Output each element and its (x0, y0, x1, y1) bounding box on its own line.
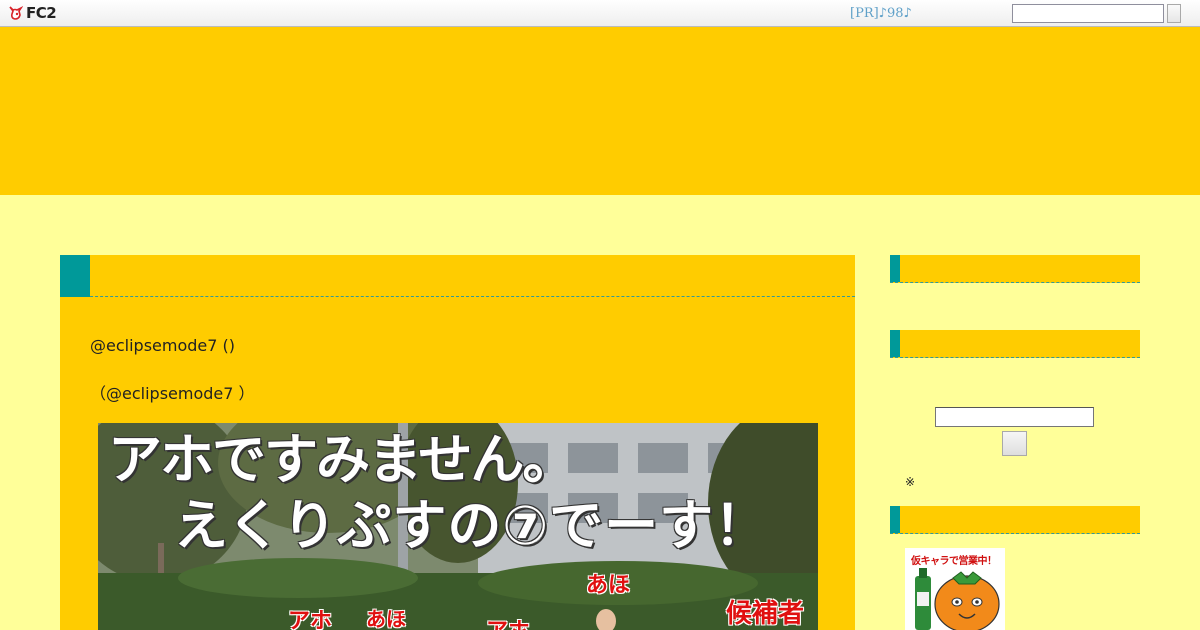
sidebar-box-accent (890, 255, 900, 282)
entry-photo: アホですみません。 えくりぷすの⑦でーす！ あほ アホ あほ アホ 候補者 (98, 423, 818, 630)
sidebar-note: ※ (905, 475, 916, 489)
entry-text-line-2: （@eclipsemode7 ） (90, 384, 255, 403)
photo-caption-line-2: えくりぷすの⑦でーす！ (174, 494, 770, 557)
sidebar-box-3-header (890, 506, 1140, 534)
blog-header (0, 27, 1200, 195)
photo-tag: アホ (288, 609, 333, 630)
fc2-logo-text: FC2 (26, 4, 57, 22)
photo-tag: 候補者 (726, 599, 805, 629)
sidebar-search-input[interactable] (935, 407, 1094, 427)
blog-entry: @eclipsemode7 () （@eclipsemode7 ） アホですみま… (60, 255, 855, 630)
photo-caption-line-1: アホですみません。 (108, 428, 576, 491)
sidebar-search-button[interactable] (1002, 431, 1027, 456)
sidebar-box-2-header (890, 330, 1140, 358)
sidebar-banner[interactable]: 仮キャラで営業中！ (905, 548, 1005, 630)
photo-tag: あほ (366, 607, 406, 630)
pr-link[interactable]: [PR]♪98♪ (850, 6, 912, 21)
sidebar-box-accent (890, 506, 900, 533)
toolbar-search-button[interactable] (1167, 4, 1181, 23)
entry-title-bar (60, 255, 855, 297)
sidebar-box-1-header (890, 255, 1140, 283)
entry-text-line-1: @eclipsemode7 () (90, 336, 235, 355)
sidebar-box-accent (890, 330, 900, 357)
entry-title-accent (60, 255, 90, 297)
fc2-logo[interactable]: FC2 (7, 4, 57, 22)
photo-tag: あほ (586, 573, 631, 598)
sidebar-banner-text: 仮キャラで営業中！ (911, 556, 997, 567)
fc2-logo-icon (9, 6, 23, 20)
fc2-toolbar: FC2 [PR]♪98♪ (0, 0, 1200, 27)
toolbar-search-input[interactable] (1012, 4, 1164, 23)
photo-tag: アホ (486, 621, 530, 630)
